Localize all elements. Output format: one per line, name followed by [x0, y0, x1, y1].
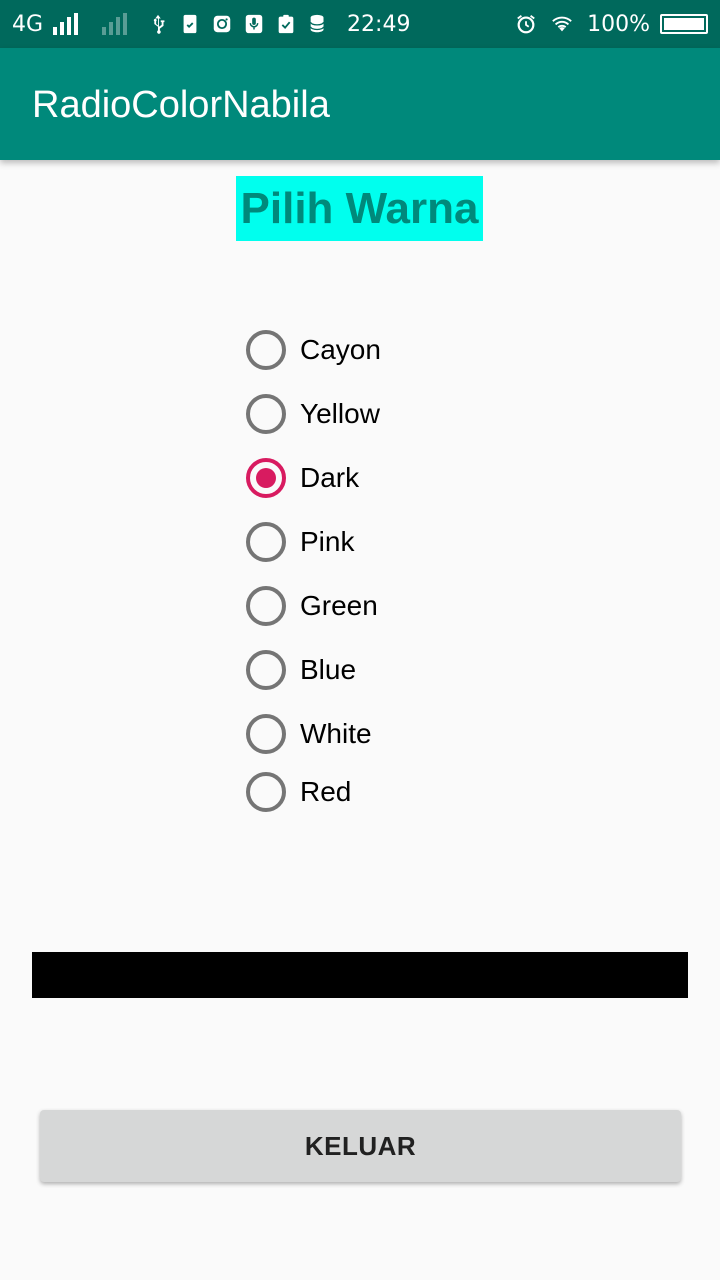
exit-button[interactable]: KELUAR [40, 1110, 681, 1182]
instagram-icon [211, 13, 233, 35]
radio-button[interactable] [246, 586, 286, 626]
network-type: 4G [12, 11, 44, 37]
radio-option-dark[interactable]: Dark [246, 454, 506, 502]
clipboard-check-icon [275, 13, 297, 35]
radio-label: Pink [300, 526, 355, 557]
signal-sim2-icon [102, 13, 128, 35]
radio-option-white[interactable]: White [246, 710, 506, 758]
radio-button[interactable] [246, 714, 286, 754]
radio-button[interactable] [246, 394, 286, 434]
radio-option-blue[interactable]: Blue [246, 646, 506, 694]
selected-color-preview [32, 952, 688, 998]
database-icon [307, 13, 329, 35]
app-title: RadioColorNabila [32, 84, 330, 126]
usb-icon [147, 13, 169, 35]
battery-percentage: 100% [587, 11, 650, 37]
radio-button[interactable] [246, 650, 286, 690]
radio-option-red[interactable]: Red [246, 768, 506, 816]
radio-button[interactable] [246, 458, 286, 498]
sd-card-icon [179, 13, 201, 35]
page-heading: Pilih Warna [236, 176, 483, 241]
signal-strength-icon [53, 13, 79, 35]
radio-option-yellow[interactable]: Yellow [246, 390, 506, 438]
radio-option-cayon[interactable]: Cayon [246, 326, 506, 374]
radio-option-green[interactable]: Green [246, 582, 506, 630]
wifi-icon [547, 13, 577, 35]
radio-label: Cayon [300, 334, 381, 365]
radio-label: White [300, 718, 372, 749]
radio-label: Green [300, 590, 378, 621]
radio-button[interactable] [246, 522, 286, 562]
alarm-icon [515, 13, 537, 35]
radio-button[interactable] [246, 772, 286, 812]
app-bar: RadioColorNabila [0, 48, 720, 160]
radio-label: Dark [300, 462, 360, 493]
battery-icon [660, 14, 708, 34]
radio-label: Blue [300, 654, 357, 685]
radio-option-pink[interactable]: Pink [246, 518, 506, 566]
microphone-icon [243, 13, 265, 35]
radio-label: Yellow [300, 398, 380, 429]
status-bar: 4G 22:49 100% [0, 0, 720, 48]
clock: 22:49 [347, 11, 411, 37]
radio-label: Red [300, 776, 352, 807]
radio-button[interactable] [246, 330, 286, 370]
